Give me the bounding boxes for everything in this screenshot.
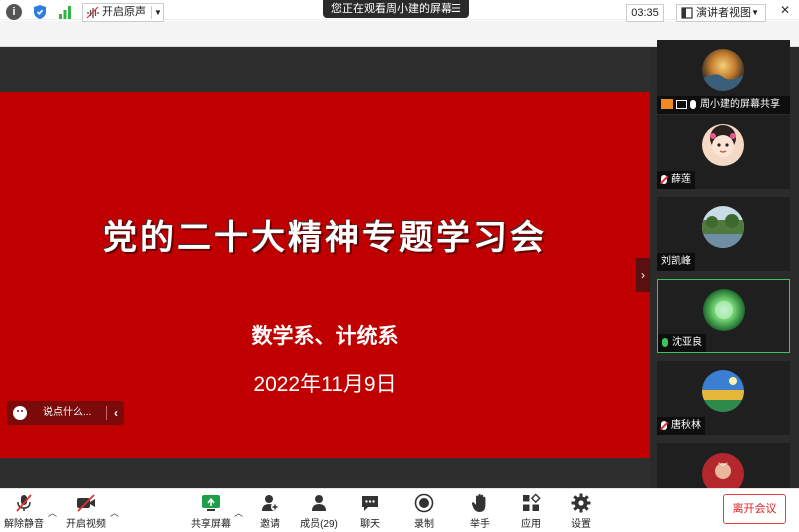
members-label: 成员(29) — [300, 519, 338, 530]
slide-department: 数学系、计统系 — [251, 325, 399, 348]
original-sound-toggle[interactable]: 开启原声 ▼ — [82, 3, 164, 22]
participant-name-bar: 刘凯峰 — [657, 253, 695, 271]
chevron-down-icon[interactable]: ▼ — [154, 4, 162, 21]
invite-label: 邀请 — [260, 519, 280, 530]
record-icon — [414, 493, 434, 513]
screen-share-icon — [676, 99, 687, 109]
invite-button[interactable]: 邀请 — [256, 493, 284, 530]
chat-button[interactable]: 聊天 — [356, 493, 384, 530]
chevron-up-icon[interactable]: ︿ — [48, 506, 57, 519]
chevron-up-icon[interactable]: ︿ — [234, 506, 243, 519]
microphone-muted-icon — [14, 493, 34, 513]
members-button[interactable]: 成员(29) — [298, 493, 340, 530]
network-signal-icon[interactable] — [57, 4, 73, 20]
menu-icon[interactable]: ☰ — [451, 0, 461, 18]
microphone-muted-icon — [661, 420, 667, 430]
participant-name: 唐秋林 — [671, 420, 701, 431]
avatar — [702, 370, 744, 412]
chat-icon — [360, 493, 380, 513]
participant-name: 沈亚良 — [672, 337, 702, 348]
avatar — [703, 289, 745, 331]
avatar — [702, 124, 744, 166]
leave-meeting-button[interactable]: 离开会议 — [723, 494, 786, 524]
apps-grid-icon — [521, 493, 541, 513]
record-label: 录制 — [414, 519, 434, 530]
hand-icon — [470, 493, 490, 513]
participant-tile[interactable]: 唐秋林 — [657, 361, 790, 435]
record-button[interactable]: 录制 — [410, 493, 438, 530]
members-icon — [309, 493, 329, 513]
panel-toggle-chevron-icon[interactable]: › — [636, 258, 650, 292]
apps-label: 应用 — [521, 519, 541, 530]
meeting-timer: 03:35 — [626, 4, 664, 22]
slide-date: 2022年11月9日 — [253, 373, 397, 396]
participant-tile[interactable]: 周小建的屏幕共享 — [657, 40, 790, 114]
participant-tile[interactable]: 刘凯峰 — [657, 197, 790, 271]
shield-icon[interactable] — [32, 4, 48, 20]
quick-chat-input[interactable]: 说点什么... ‹ — [7, 401, 124, 425]
divider — [151, 6, 152, 19]
divider — [106, 406, 107, 420]
slide-title: 党的二十大精神专题学习会 — [103, 218, 547, 258]
close-button[interactable]: ✕ — [772, 0, 798, 20]
emoji-icon[interactable] — [13, 406, 27, 420]
apps-button[interactable]: 应用 — [517, 493, 545, 530]
participant-tile[interactable]: 薛莲 — [657, 115, 790, 189]
avatar — [702, 206, 744, 248]
chevron-up-icon[interactable]: ︿ — [110, 506, 119, 519]
participant-name-bar: 沈亚良 — [658, 334, 706, 352]
gear-icon — [571, 493, 591, 513]
raise-hand-label: 举手 — [470, 519, 490, 530]
chat-placeholder: 说点什么... — [43, 407, 92, 418]
start-video-label: 开启视频 — [66, 519, 106, 530]
settings-button[interactable]: 设置 — [567, 493, 595, 530]
share-screen-label: 共享屏幕 — [191, 519, 231, 530]
participant-name-bar: 周小建的屏幕共享 — [657, 96, 790, 114]
chevron-down-icon: ▼ — [751, 8, 759, 17]
raise-hand-button[interactable]: 举手 — [466, 493, 494, 530]
screen-share-banner[interactable]: 您正在观看周小建的屏幕 ☰ — [323, 0, 469, 18]
video-off-icon — [76, 493, 96, 513]
participant-name: 周小建的屏幕共享 — [700, 99, 780, 110]
start-video-button[interactable]: 开启视频 — [64, 493, 108, 530]
add-user-icon — [260, 493, 280, 513]
share-screen-button[interactable]: 共享屏幕 — [190, 493, 232, 530]
window-title: 您正在观看周小建的屏幕 — [331, 3, 452, 15]
microphone-icon — [690, 99, 696, 109]
chat-label: 聊天 — [360, 519, 380, 530]
unmute-button[interactable]: 解除静音 — [4, 493, 44, 530]
microphone-muted-icon — [661, 174, 667, 184]
participant-tile-active[interactable]: 沈亚良 — [657, 279, 790, 353]
settings-label: 设置 — [571, 519, 591, 530]
participant-name-bar: 薛莲 — [657, 171, 695, 189]
unmute-label: 解除静音 — [4, 519, 44, 530]
meeting-controls-bar — [0, 488, 799, 532]
microphone-speaking-icon — [662, 337, 668, 347]
view-mode-label: 演讲者视图 — [696, 7, 751, 19]
user-icon — [661, 99, 673, 110]
view-mode-dropdown[interactable]: 演讲者视图 ▼ — [676, 4, 766, 22]
audio-wave-icon — [86, 6, 99, 19]
original-sound-label: 开启原声 — [102, 6, 146, 18]
participant-name: 刘凯峰 — [661, 256, 691, 267]
info-icon[interactable]: i — [6, 4, 22, 20]
chevron-down-icon[interactable]: ﹀ — [712, 459, 734, 474]
participant-name-bar: 唐秋林 — [657, 417, 705, 435]
participant-name: 薛莲 — [671, 174, 691, 185]
chevron-left-icon[interactable]: ‹ — [114, 401, 118, 425]
share-screen-icon — [201, 493, 221, 513]
layout-icon — [681, 7, 693, 19]
avatar — [702, 49, 744, 91]
